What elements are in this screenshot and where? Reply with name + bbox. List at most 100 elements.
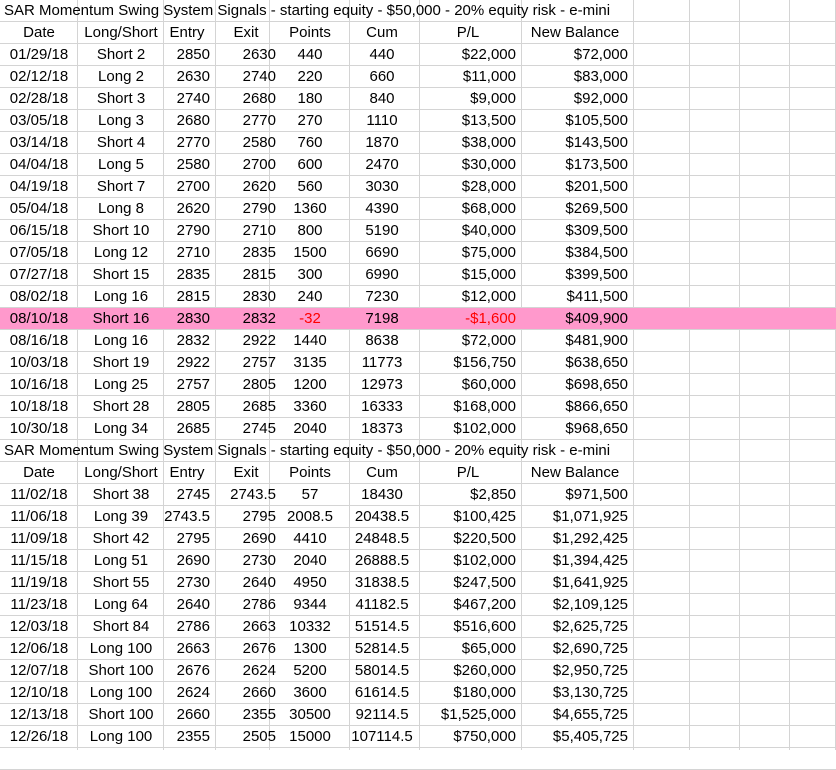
table-cell[interactable]: 2786 <box>164 616 210 638</box>
table-cell[interactable]: $698,650 <box>522 374 628 396</box>
table-cell[interactable]: 2730 <box>164 572 210 594</box>
table-cell[interactable]: 3600 <box>276 682 344 704</box>
table-cell[interactable]: $1,292,425 <box>522 528 628 550</box>
column-header[interactable]: Date <box>2 462 76 484</box>
table-cell[interactable]: $516,600 <box>420 616 516 638</box>
table-cell[interactable]: $180,000 <box>420 682 516 704</box>
table-cell[interactable]: Short 100 <box>78 704 164 726</box>
table-cell[interactable]: $968,650 <box>522 418 628 440</box>
table-cell[interactable]: $12,000 <box>420 286 516 308</box>
column-header[interactable]: Exit <box>216 462 276 484</box>
table-cell[interactable]: $750,000 <box>420 726 516 748</box>
table-cell[interactable]: 440 <box>350 44 414 66</box>
table-cell[interactable]: 08/16/18 <box>2 330 76 352</box>
table-cell[interactable]: 2660 <box>216 682 276 704</box>
table-cell[interactable]: 1360 <box>276 198 344 220</box>
table-cell[interactable]: 3135 <box>276 352 344 374</box>
table-cell[interactable]: 1440 <box>276 330 344 352</box>
table-cell[interactable]: 9344 <box>276 594 344 616</box>
table-cell[interactable]: 2805 <box>216 374 276 396</box>
table-cell[interactable]: $1,394,425 <box>522 550 628 572</box>
table-cell[interactable]: 06/15/18 <box>2 220 76 242</box>
table-cell[interactable]: 6990 <box>350 264 414 286</box>
table-cell[interactable]: 2710 <box>164 242 210 264</box>
table-cell[interactable]: 2757 <box>216 352 276 374</box>
table-cell[interactable]: 4410 <box>276 528 344 550</box>
table-cell[interactable]: 760 <box>276 132 344 154</box>
table-cell[interactable]: 2743.5 <box>164 506 210 528</box>
table-cell[interactable]: $83,000 <box>522 66 628 88</box>
table-cell[interactable]: $28,000 <box>420 176 516 198</box>
table-cell[interactable]: 2663 <box>164 638 210 660</box>
table-cell[interactable]: 41182.5 <box>350 594 414 616</box>
table-cell[interactable]: 2835 <box>216 242 276 264</box>
table-cell[interactable]: 2700 <box>164 176 210 198</box>
table-cell[interactable]: Long 16 <box>78 286 164 308</box>
table-cell[interactable]: 2580 <box>216 132 276 154</box>
table-cell[interactable]: 2832 <box>164 330 210 352</box>
table-cell[interactable]: 52814.5 <box>350 638 414 660</box>
table-cell[interactable]: $247,500 <box>420 572 516 594</box>
table-cell[interactable]: Short 3 <box>78 88 164 110</box>
table-cell[interactable]: 11/23/18 <box>2 594 76 616</box>
table-cell[interactable]: 2624 <box>216 660 276 682</box>
table-cell[interactable]: 2700 <box>216 154 276 176</box>
table-cell[interactable]: $102,000 <box>420 550 516 572</box>
table-cell[interactable]: 8638 <box>350 330 414 352</box>
table-cell[interactable]: Long 39 <box>78 506 164 528</box>
table-cell[interactable]: 08/10/18 <box>2 308 76 330</box>
table-cell[interactable]: 7198 <box>350 308 414 330</box>
table-cell[interactable]: 6690 <box>350 242 414 264</box>
table-cell[interactable]: $65,000 <box>420 638 516 660</box>
table-cell[interactable]: 2040 <box>276 550 344 572</box>
table-cell[interactable]: 08/02/18 <box>2 286 76 308</box>
table-cell[interactable]: 92114.5 <box>350 704 414 726</box>
table-cell[interactable]: 2745 <box>216 418 276 440</box>
table-cell[interactable]: 15000 <box>276 726 344 748</box>
table-cell[interactable]: 12/13/18 <box>2 704 76 726</box>
table-cell[interactable]: 01/29/18 <box>2 44 76 66</box>
table-cell[interactable]: 2922 <box>164 352 210 374</box>
table-cell[interactable]: $100,425 <box>420 506 516 528</box>
table-cell[interactable]: $156,750 <box>420 352 516 374</box>
column-header[interactable]: Date <box>2 22 76 44</box>
table-cell[interactable]: Long 5 <box>78 154 164 176</box>
table-cell[interactable]: 57 <box>276 484 344 506</box>
table-cell[interactable]: 4390 <box>350 198 414 220</box>
table-cell[interactable]: 300 <box>276 264 344 286</box>
column-header[interactable]: Exit <box>216 22 276 44</box>
table-cell[interactable]: 2355 <box>216 704 276 726</box>
table-cell[interactable]: $60,000 <box>420 374 516 396</box>
column-header[interactable]: Points <box>276 22 344 44</box>
table-cell[interactable]: 10/16/18 <box>2 374 76 396</box>
table-cell[interactable]: 1300 <box>276 638 344 660</box>
table-cell[interactable]: $11,000 <box>420 66 516 88</box>
table-cell[interactable]: 1870 <box>350 132 414 154</box>
table-cell[interactable]: $68,000 <box>420 198 516 220</box>
table-cell[interactable]: Long 34 <box>78 418 164 440</box>
table-cell[interactable]: 270 <box>276 110 344 132</box>
table-cell[interactable]: $971,500 <box>522 484 628 506</box>
table-cell[interactable]: $1,071,925 <box>522 506 628 528</box>
table-cell[interactable]: Long 100 <box>78 638 164 660</box>
table-cell[interactable]: 1500 <box>276 242 344 264</box>
table-cell[interactable]: $5,405,725 <box>522 726 628 748</box>
spreadsheet[interactable]: SAR Momentum Swing System Signals - star… <box>0 0 836 770</box>
table-cell[interactable]: 2008.5 <box>276 506 344 528</box>
table-cell[interactable]: 12/07/18 <box>2 660 76 682</box>
table-cell[interactable]: Short 16 <box>78 308 164 330</box>
table-cell[interactable]: 7230 <box>350 286 414 308</box>
table-cell[interactable]: 2355 <box>164 726 210 748</box>
table-cell[interactable]: 11/09/18 <box>2 528 76 550</box>
table-cell[interactable]: 2690 <box>164 550 210 572</box>
table-cell[interactable]: $168,000 <box>420 396 516 418</box>
table-cell[interactable]: 2676 <box>216 638 276 660</box>
table-cell[interactable]: $866,650 <box>522 396 628 418</box>
table-cell[interactable]: 5190 <box>350 220 414 242</box>
table-cell[interactable]: 61614.5 <box>350 682 414 704</box>
table-cell[interactable]: 2770 <box>216 110 276 132</box>
table-cell[interactable]: 18373 <box>350 418 414 440</box>
column-header[interactable]: Entry <box>164 462 210 484</box>
table-cell[interactable]: $72,000 <box>522 44 628 66</box>
table-cell[interactable]: 2730 <box>216 550 276 572</box>
